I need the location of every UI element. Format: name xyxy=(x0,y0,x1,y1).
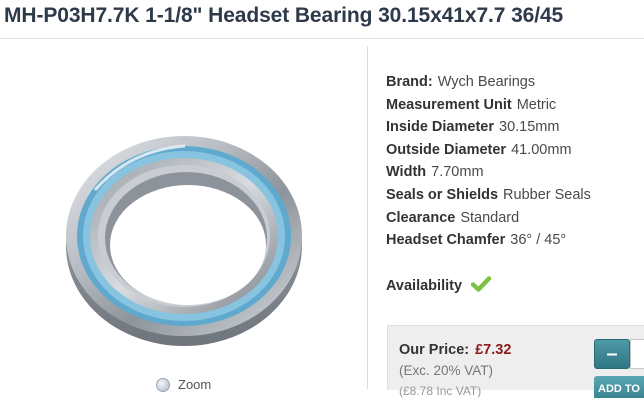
spec-outside-diameter: Outside Diameter 41.00mm xyxy=(386,139,591,162)
spec-value: Standard xyxy=(460,209,520,226)
spec-clearance: Clearance Standard xyxy=(386,207,591,230)
zoom-icon xyxy=(156,377,170,392)
price-value: £7.32 xyxy=(475,342,512,358)
product-image[interactable]: Zoom xyxy=(0,40,366,392)
spec-value: 7.70mm xyxy=(431,164,484,181)
quantity-input[interactable] xyxy=(630,339,644,369)
spec-value: Metric xyxy=(516,96,557,113)
spec-value: 41.00mm xyxy=(511,141,572,158)
spec-label: Inside Diameter xyxy=(386,119,494,136)
spec-label: Seals or Shields xyxy=(386,186,499,203)
check-icon xyxy=(470,276,492,296)
availability-label: Availability xyxy=(386,278,463,294)
spec-value: Rubber Seals xyxy=(503,186,591,203)
inc-vat-note: (£8.78 Inc VAT) xyxy=(399,384,482,398)
spec-label: Measurement Unit xyxy=(386,96,512,113)
bearing-image xyxy=(66,136,302,346)
price-line: Our Price: £7.32 xyxy=(399,342,511,358)
availability: Availability xyxy=(386,276,492,296)
spec-measurement-unit: Measurement Unit Metric xyxy=(386,94,591,117)
add-to-basket-button[interactable]: ADD TO xyxy=(594,376,644,398)
title-divider xyxy=(0,38,644,39)
spec-label: Clearance xyxy=(386,209,456,226)
spec-label: Width xyxy=(386,164,427,181)
spec-list: Brand: Wych Bearings Measurement Unit Metr… xyxy=(386,71,591,252)
spec-label: Outside Diameter xyxy=(386,141,507,158)
spec-width: Width 7.70mm xyxy=(386,161,591,184)
zoom-label: Zoom xyxy=(178,377,212,392)
spec-label: Brand: xyxy=(386,74,433,90)
spec-value: 30.15mm xyxy=(499,119,560,136)
spec-headset-chamfer: Headset Chamfer 36° / 45° xyxy=(386,229,591,252)
vat-note: (Exc. 20% VAT) xyxy=(399,363,494,378)
product-title: MH-P03H7.7K 1-1/8" Headset Bearing 30.15… xyxy=(4,4,564,27)
spec-value: Wych Bearings xyxy=(437,74,536,90)
price-box: Our Price: £7.32 (Exc. 20% VAT) (£8.78 In… xyxy=(387,325,644,398)
spec-label: Headset Chamfer xyxy=(386,232,506,249)
zoom-link[interactable]: Zoom xyxy=(156,377,211,392)
quantity-decrease-button[interactable]: – xyxy=(594,339,630,369)
spec-brand: Brand: Wych Bearings xyxy=(386,71,591,94)
column-divider xyxy=(367,46,368,389)
spec-seals: Seals or Shields Rubber Seals xyxy=(386,184,591,207)
spec-value: 36° / 45° xyxy=(510,232,567,249)
spec-inside-diameter: Inside Diameter 30.15mm xyxy=(386,116,591,139)
price-label: Our Price: xyxy=(399,342,470,358)
